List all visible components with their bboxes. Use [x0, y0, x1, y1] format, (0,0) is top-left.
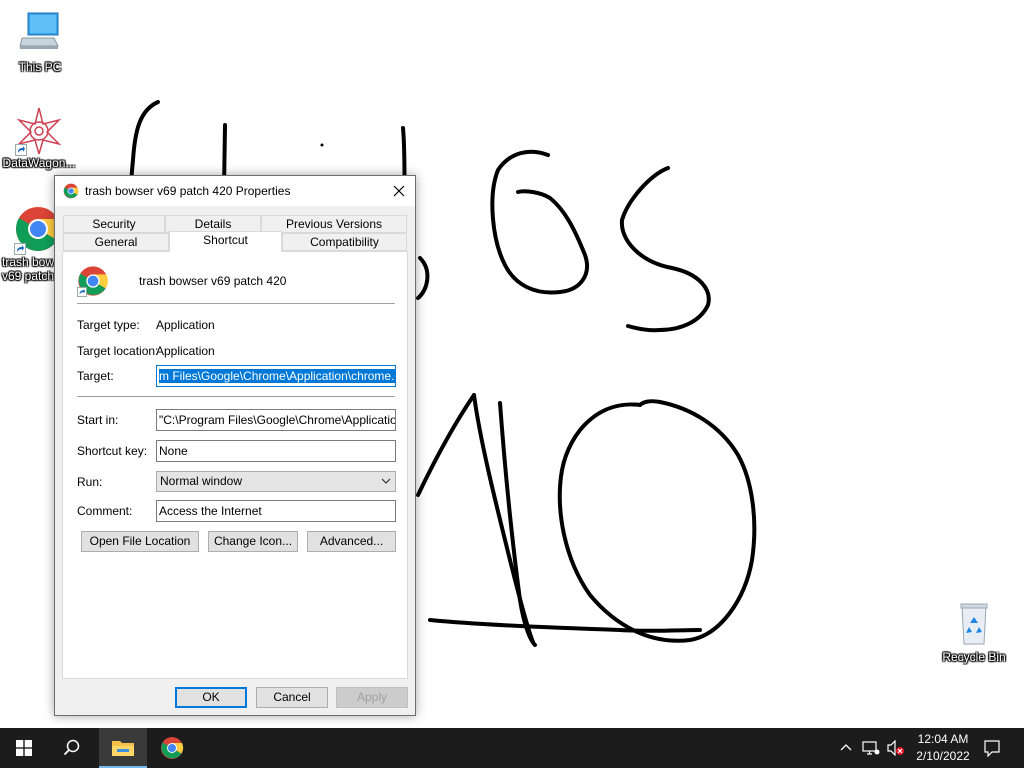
- windows-logo-icon: [16, 740, 32, 756]
- tab-compatibility[interactable]: Compatibility: [282, 233, 407, 251]
- tab-label: Compatibility: [310, 235, 379, 249]
- chrome-icon: [161, 737, 184, 759]
- target-label: Target:: [77, 369, 114, 383]
- comment-value: Access the Internet: [159, 504, 262, 518]
- tab-label: General: [94, 235, 138, 249]
- advanced-button[interactable]: Advanced...: [307, 531, 396, 552]
- shortcut-arrow-icon: [77, 287, 87, 297]
- shortcut-tab-panel: trash bowser v69 patch 420 Target type: …: [62, 251, 408, 679]
- tab-label: Details: [194, 217, 232, 231]
- comment-field[interactable]: Access the Internet: [156, 500, 396, 522]
- desktop-icon-recycle-bin[interactable]: Recycle Bin: [936, 600, 1012, 664]
- run-value: Normal window: [160, 474, 243, 488]
- apply-button[interactable]: Apply: [336, 687, 408, 708]
- target-location-label: Target location:: [77, 344, 159, 358]
- volume-button[interactable]: [886, 738, 906, 758]
- open-file-location-button[interactable]: Open File Location: [81, 531, 199, 552]
- dialog-titlebar[interactable]: trash bowser v69 patch 420 Properties: [55, 176, 415, 206]
- folder-icon: [112, 741, 134, 756]
- show-hidden-icons-button[interactable]: [836, 738, 856, 758]
- shortcut-key-value: None: [159, 444, 188, 458]
- volume-muted-icon: [887, 740, 904, 756]
- tab-general[interactable]: General: [63, 233, 169, 251]
- shortcut-arrow-icon: [14, 243, 26, 255]
- separator: [77, 303, 395, 304]
- close-button[interactable]: [383, 176, 415, 206]
- file-explorer-button[interactable]: [99, 728, 147, 768]
- chevron-up-icon: [840, 744, 852, 751]
- desktop-icon-label: Recycle Bin: [942, 650, 1006, 664]
- shortcut-name: trash bowser v69 patch 420: [139, 274, 287, 288]
- target-type-value: Application: [156, 318, 215, 332]
- network-icon: [862, 741, 880, 755]
- desktop[interactable]: This PC DataWagon... trash bow v69 patch…: [0, 0, 1024, 728]
- button-label: Cancel: [273, 690, 311, 704]
- button-label: Apply: [356, 690, 388, 704]
- shortcut-key-field[interactable]: None: [156, 440, 396, 462]
- desktop-icon-label: This PC: [18, 60, 62, 74]
- clock-time: 12:04 AM: [917, 732, 969, 746]
- search-icon: [63, 739, 80, 756]
- comment-label: Comment:: [77, 504, 133, 518]
- clock-date: 2/10/2022: [916, 749, 970, 763]
- target-type-label: Target type:: [77, 318, 140, 332]
- notification-icon: [984, 740, 1000, 757]
- chrome-taskbar-button[interactable]: [148, 728, 196, 768]
- properties-dialog[interactable]: trash bowser v69 patch 420 Properties Se…: [54, 175, 416, 716]
- network-button[interactable]: [861, 738, 881, 758]
- separator: [77, 396, 395, 397]
- change-icon-button[interactable]: Change Icon...: [208, 531, 298, 552]
- target-location-value: Application: [156, 344, 215, 358]
- ok-button[interactable]: OK: [175, 687, 247, 708]
- chrome-icon: [77, 265, 109, 297]
- tab-label: Previous Versions: [285, 217, 383, 231]
- run-label: Run:: [77, 475, 103, 489]
- button-label: Advanced...: [319, 534, 384, 548]
- start-in-label: Start in:: [77, 413, 119, 427]
- cancel-button[interactable]: Cancel: [256, 687, 328, 708]
- search-button[interactable]: [48, 728, 96, 768]
- tab-shortcut[interactable]: Shortcut: [169, 231, 282, 252]
- tab-label: Security: [92, 217, 136, 231]
- desktop-icon-this-pc[interactable]: This PC: [2, 10, 78, 74]
- desktop-icon-label: DataWagon...: [2, 156, 76, 170]
- button-label: Open File Location: [89, 534, 191, 548]
- tab-security[interactable]: Security: [63, 215, 165, 233]
- close-icon: [393, 185, 405, 197]
- chevron-down-icon: [381, 472, 391, 497]
- tab-label: Shortcut: [203, 233, 248, 247]
- tab-previous-versions[interactable]: Previous Versions: [261, 215, 407, 233]
- start-button[interactable]: [0, 728, 48, 768]
- desktop-icon-datawagon[interactable]: DataWagon...: [1, 106, 77, 170]
- target-value: m Files\Google\Chrome\Application\chrome…: [159, 369, 395, 383]
- target-field[interactable]: m Files\Google\Chrome\Application\chrome…: [156, 365, 396, 387]
- taskbar: 12:04 AM 2/10/2022: [0, 728, 1024, 768]
- shortcut-key-label: Shortcut key:: [77, 444, 148, 458]
- shortcut-arrow-icon: [15, 144, 27, 156]
- datawagon-icon: [15, 106, 63, 157]
- button-label: OK: [202, 690, 220, 704]
- start-in-field[interactable]: "C:\Program Files\Google\Chrome\Applicat…: [156, 409, 396, 431]
- monitor-icon: [16, 10, 64, 58]
- action-center-button[interactable]: [982, 738, 1002, 758]
- start-in-value: "C:\Program Files\Google\Chrome\Applicat…: [159, 413, 396, 427]
- run-select[interactable]: Normal window: [156, 471, 396, 492]
- dialog-title: trash bowser v69 patch 420 Properties: [85, 184, 291, 198]
- chrome-icon: [63, 183, 79, 199]
- button-label: Change Icon...: [213, 534, 293, 548]
- clock[interactable]: 12:04 AM 2/10/2022: [908, 731, 978, 765]
- recycle-bin-icon: [950, 600, 998, 648]
